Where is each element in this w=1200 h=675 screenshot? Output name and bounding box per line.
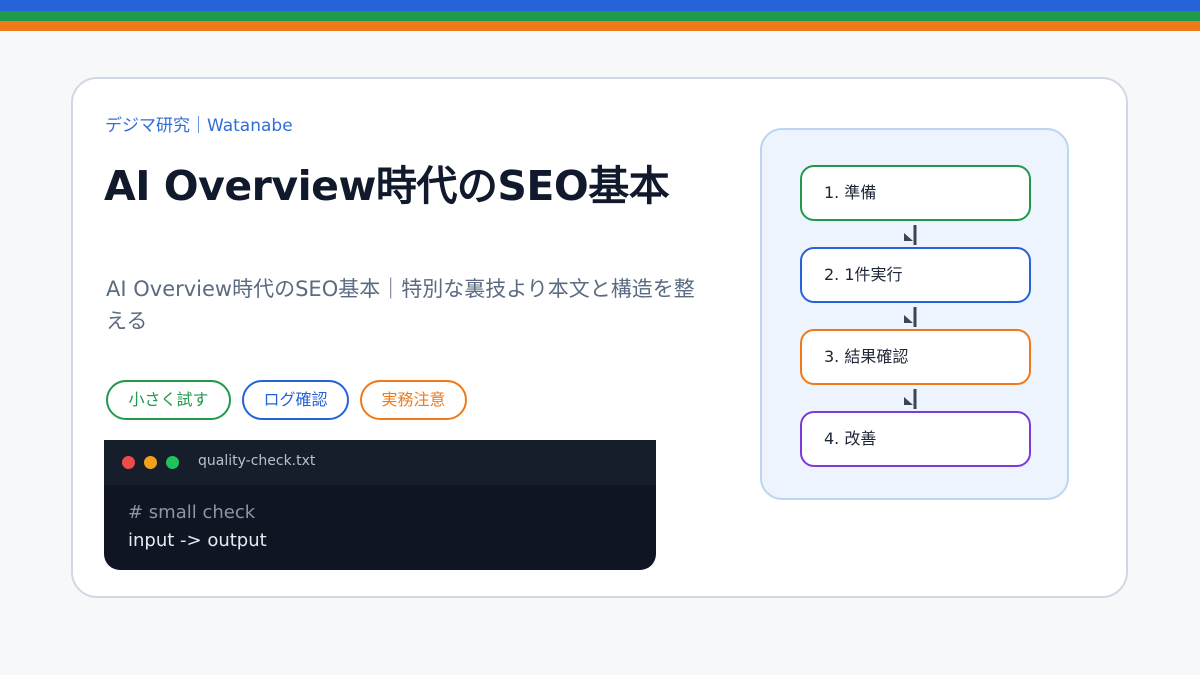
flow-step-check-result: 3. 結果確認: [800, 329, 1031, 385]
brand-label: デジマ研究｜Watanabe: [105, 116, 293, 136]
flow-step-improve: 4. 改善: [800, 411, 1031, 467]
flow-step-prepare: 1. 準備: [800, 165, 1031, 221]
header-stripe-orange: [0, 21, 1200, 31]
tag-practical-caution: 実務注意: [360, 380, 467, 420]
flow-step-label: 1. 準備: [824, 183, 877, 202]
flow-step-run-one: 2. 1件実行: [800, 247, 1031, 303]
header-stripe-blue: [0, 0, 1200, 11]
arrow-down-icon: [904, 389, 917, 409]
page-title: AI Overview時代のSEO基本: [104, 162, 670, 210]
code-line-io: input -> output: [128, 530, 267, 551]
code-filename: quality-check.txt: [198, 453, 316, 469]
page-subtitle: AI Overview時代のSEO基本｜特別な裏技より本文と構造を整える: [106, 277, 695, 333]
window-close-dot: [122, 456, 135, 469]
tag-check-logs: ログ確認: [242, 380, 349, 420]
header-stripe-green: [0, 11, 1200, 21]
window-minimize-dot: [144, 456, 157, 469]
arrow-down-icon: [904, 225, 917, 245]
tag-try-small: 小さく試す: [106, 380, 231, 420]
arrow-down-icon: [904, 307, 917, 327]
flow-step-label: 2. 1件実行: [824, 265, 903, 284]
flow-step-label: 3. 結果確認: [824, 347, 909, 366]
flow-step-label: 4. 改善: [824, 429, 877, 448]
code-window: quality-check.txt # small check input ->…: [104, 440, 656, 570]
window-maximize-dot: [166, 456, 179, 469]
code-window-titlebar: quality-check.txt: [104, 440, 656, 485]
code-line-comment: # small check: [128, 502, 256, 523]
